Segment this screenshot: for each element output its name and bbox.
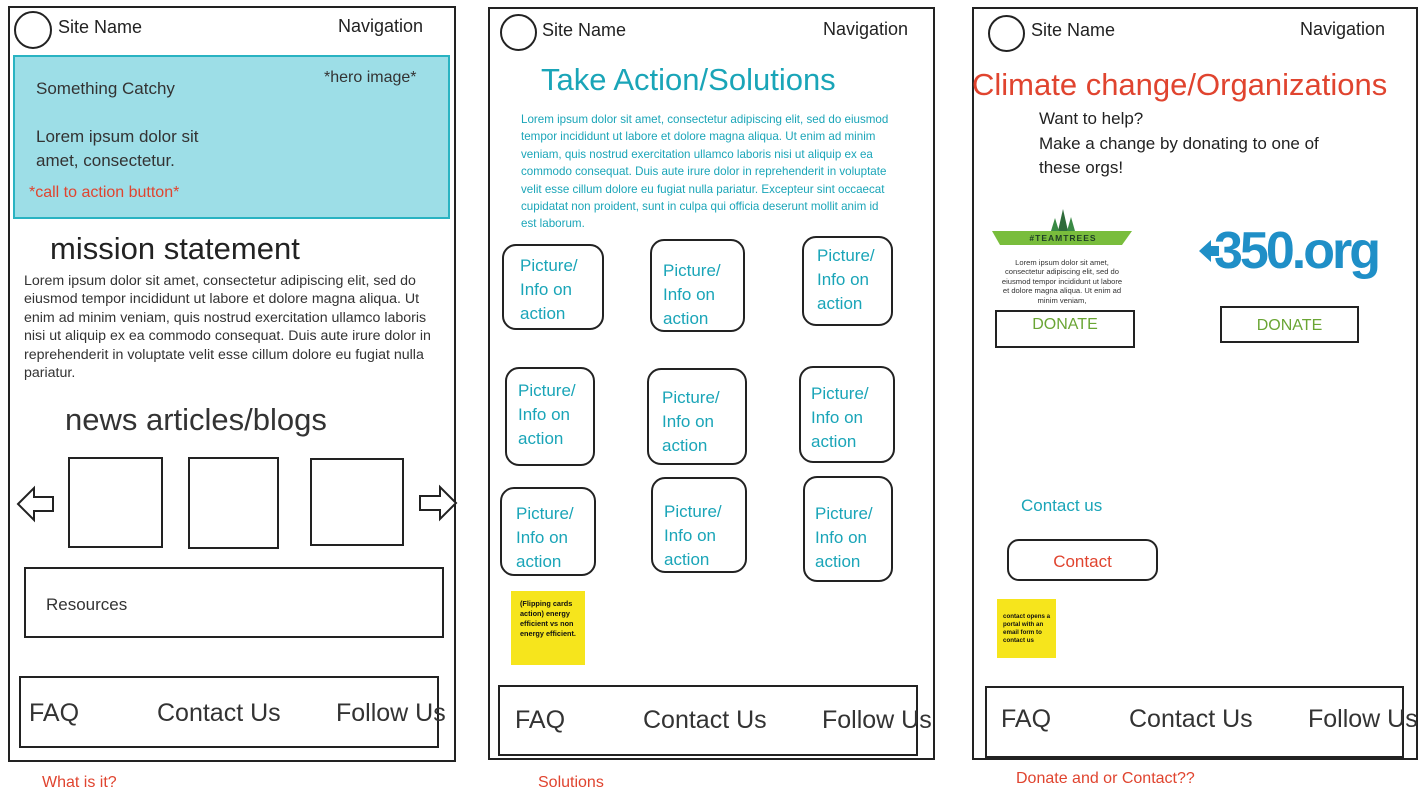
logo-circle-icon <box>500 14 537 51</box>
page-title: Climate change/Organizations <box>972 67 1388 102</box>
panel-caption: What is it? <box>42 774 117 791</box>
card-label: Picture/ Info on action <box>518 381 576 448</box>
news-article-card[interactable] <box>68 457 163 548</box>
arrow-left-icon[interactable] <box>16 485 56 523</box>
card-label: Picture/ Info on action <box>811 384 869 451</box>
footer-faq-link[interactable]: FAQ <box>1001 705 1051 734</box>
logo-circle-icon <box>988 15 1025 52</box>
footer-contact-link[interactable]: Contact Us <box>643 706 767 735</box>
card-label: Picture/ Info on action <box>663 261 721 328</box>
donate-button-teamtrees[interactable]: DONATE <box>995 310 1135 348</box>
footer-faq-link[interactable]: FAQ <box>29 699 79 728</box>
navigation-menu[interactable]: Navigation <box>1300 19 1385 40</box>
footer-follow-link[interactable]: Follow Us <box>1308 705 1418 734</box>
resources-label: Resources <box>46 595 128 614</box>
action-card[interactable]: Picture/ Info on action <box>505 367 595 466</box>
news-article-card[interactable] <box>188 457 279 549</box>
hero-image-note: *hero image* <box>324 69 417 86</box>
logo-circle-icon <box>14 11 52 49</box>
card-label: Picture/ Info on action <box>520 256 578 323</box>
action-card[interactable]: Picture/ Info on action <box>500 487 596 576</box>
intro-line-1: Want to help? <box>1039 109 1144 128</box>
donate-button-350org[interactable]: DONATE <box>1220 306 1359 343</box>
card-label: Picture/ Info on action <box>815 504 873 571</box>
navigation-menu[interactable]: Navigation <box>823 19 908 40</box>
page-title: Take Action/Solutions <box>541 62 836 97</box>
footer-contact-link[interactable]: Contact Us <box>1129 705 1253 734</box>
panel-caption: Solutions <box>538 774 604 791</box>
site-name[interactable]: Site Name <box>542 20 626 41</box>
footer-follow-link[interactable]: Follow Us <box>336 699 446 728</box>
footer-follow-link[interactable]: Follow Us <box>822 706 932 735</box>
footer-faq-link[interactable]: FAQ <box>515 706 565 735</box>
footer-contact-link[interactable]: Contact Us <box>157 699 281 728</box>
hero-title: Something Catchy <box>36 79 175 98</box>
mission-title: mission statement <box>50 231 300 266</box>
action-card[interactable]: Picture/ Info on action <box>803 476 893 582</box>
action-card[interactable]: Picture/ Info on action <box>647 368 747 465</box>
hero-body: Lorem ipsum dolor sit amet, consectetur. <box>36 127 199 170</box>
news-title: news articles/blogs <box>65 402 327 437</box>
panel-caption: Donate and or Contact?? <box>1016 770 1195 787</box>
action-card[interactable]: Picture/ Info on action <box>799 366 895 463</box>
action-card[interactable]: Picture/ Info on action <box>802 236 893 326</box>
arrow-right-icon[interactable] <box>418 484 458 522</box>
sticky-note: contact opens a portal with an email for… <box>997 599 1056 658</box>
navigation-menu[interactable]: Navigation <box>338 16 423 37</box>
contact-us-heading: Contact us <box>1021 496 1103 515</box>
card-label: Picture/ Info on action <box>662 388 720 455</box>
site-name[interactable]: Site Name <box>1031 20 1115 41</box>
org350-logo: 350.org <box>1214 222 1381 280</box>
card-label: Picture/ Info on action <box>664 502 722 569</box>
call-to-action-button[interactable]: *call to action button* <box>29 184 179 202</box>
teamtrees-description: Lorem ipsum dolor sit amet, consectetur … <box>1001 258 1123 305</box>
card-label: Picture/ Info on action <box>817 246 875 313</box>
teamtrees-logo-text: #TEAMTREES <box>1029 233 1097 243</box>
site-name[interactable]: Site Name <box>58 17 142 38</box>
intro-body: Lorem ipsum dolor sit amet, consectetur … <box>521 113 889 231</box>
contact-button[interactable]: Contact <box>1007 539 1158 581</box>
action-card[interactable]: Picture/ Info on action <box>502 244 604 330</box>
news-article-card[interactable] <box>310 458 404 546</box>
card-label: Picture/ Info on action <box>516 504 574 571</box>
action-card[interactable]: Picture/ Info on action <box>651 477 747 573</box>
intro-line-2: Make a change by donating to one of thes… <box>1039 134 1319 177</box>
mission-body: Lorem ipsum dolor sit amet, consectetur … <box>24 273 431 382</box>
action-card[interactable]: Picture/ Info on action <box>650 239 745 332</box>
sticky-note: (Flipping cards action) energy efficient… <box>511 591 585 665</box>
